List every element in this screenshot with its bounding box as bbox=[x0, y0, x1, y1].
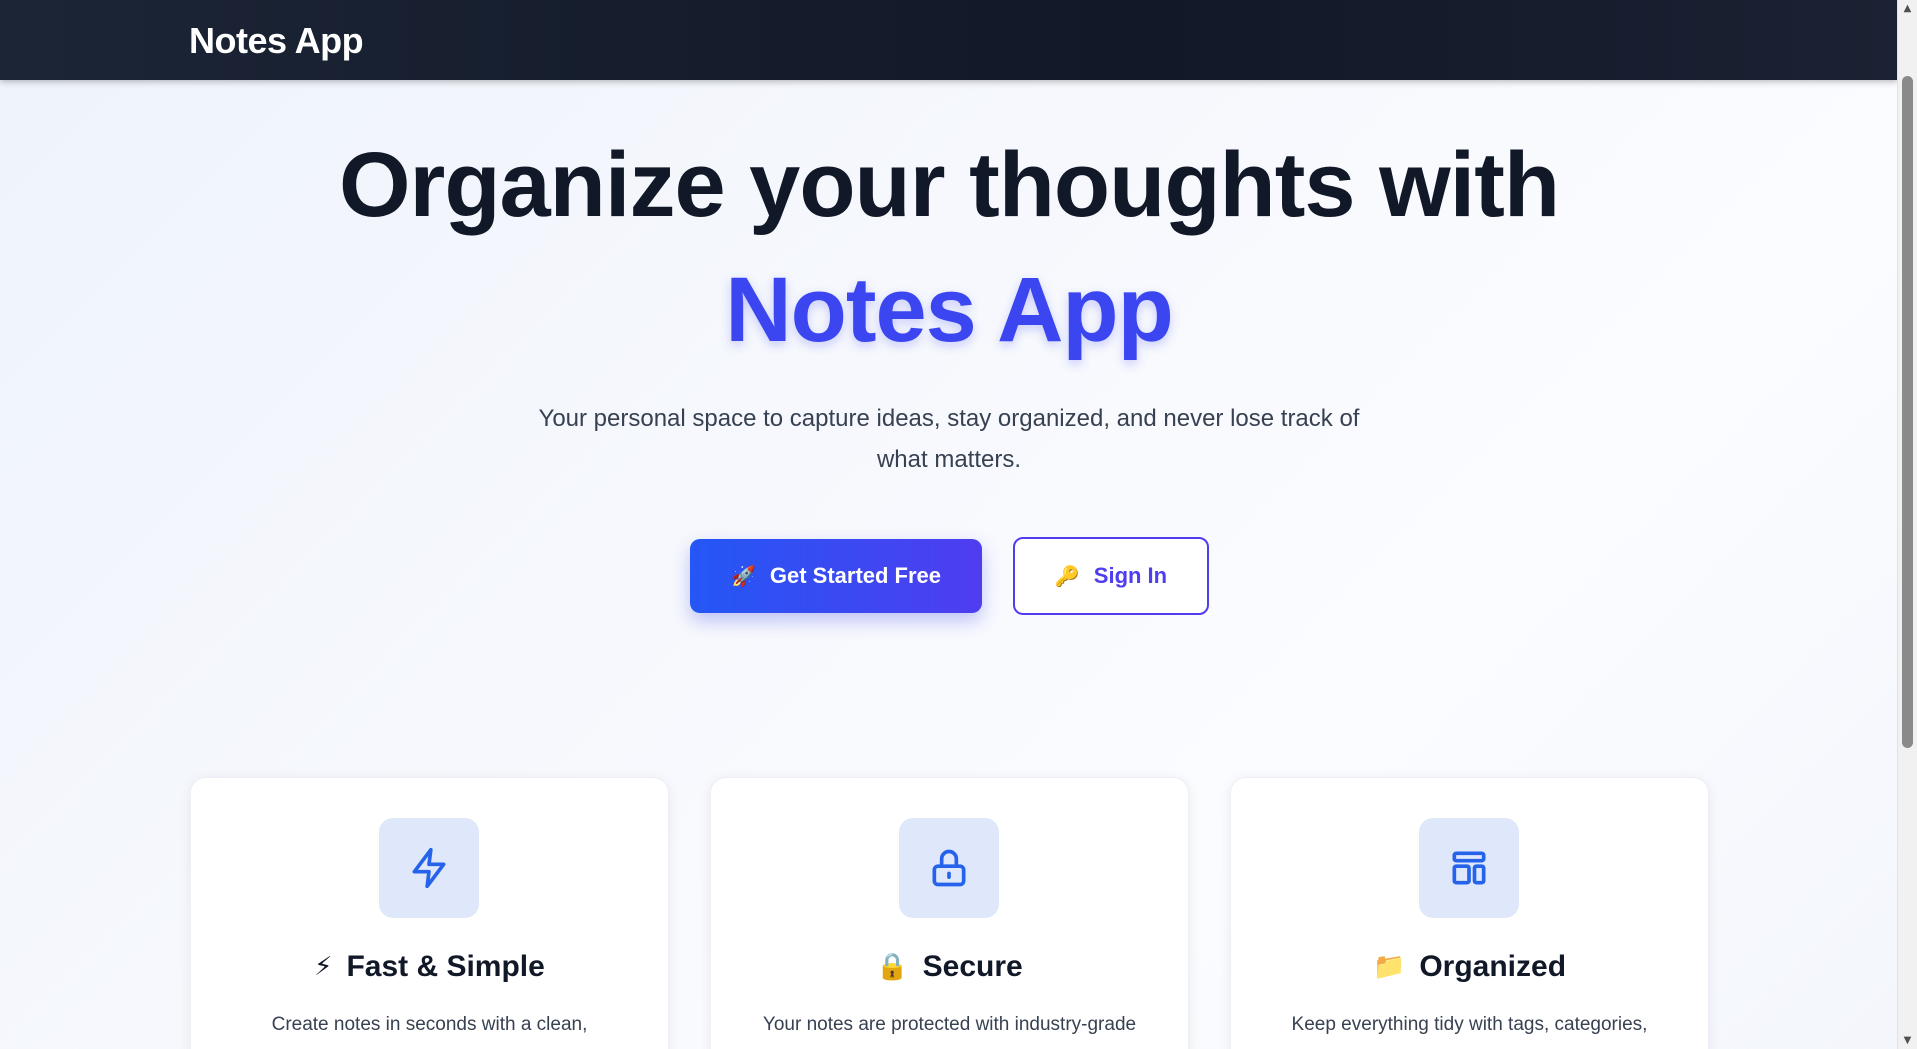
feature-card-secure: 🔒 Secure Your notes are protected with i… bbox=[710, 777, 1189, 1049]
lock-icon bbox=[899, 818, 999, 918]
lightning-icon bbox=[379, 818, 479, 918]
get-started-button[interactable]: 🚀 Get Started Free bbox=[690, 539, 982, 613]
hero-headline: Organize your thoughts with bbox=[338, 134, 1560, 236]
feature-description: Your notes are protected with industry-g… bbox=[762, 1014, 1137, 1035]
layout-icon bbox=[1419, 818, 1519, 918]
brand-logo[interactable]: Notes App bbox=[189, 20, 364, 62]
sign-in-label: Sign In bbox=[1093, 563, 1168, 588]
key-icon: 🔑 bbox=[1054, 564, 1080, 588]
hero-subtitle: Your personal space to capture ideas, st… bbox=[538, 405, 1360, 473]
top-navbar: Notes App bbox=[0, 0, 1898, 80]
feature-card-organized: 📁 Organized Keep everything tidy with ta… bbox=[1230, 777, 1709, 1049]
rocket-icon: 🚀 bbox=[730, 564, 756, 588]
get-started-label: Get Started Free bbox=[769, 563, 942, 588]
feature-title: 📁 Organized bbox=[1231, 950, 1708, 984]
feature-title-text: Organized bbox=[1419, 950, 1567, 983]
lock-emoji-icon: 🔒 bbox=[876, 952, 909, 982]
sign-in-button[interactable]: 🔑 Sign In bbox=[1013, 537, 1209, 615]
feature-title-text: Secure bbox=[922, 950, 1023, 983]
scroll-up-arrow-icon[interactable]: ▲ bbox=[1898, 0, 1917, 17]
vertical-scrollbar[interactable]: ▲ ▼ bbox=[1897, 0, 1917, 1049]
hero-headline-accent: Notes App bbox=[725, 259, 1174, 361]
scroll-down-arrow-icon[interactable]: ▼ bbox=[1898, 1032, 1917, 1049]
scroll-thumb[interactable] bbox=[1902, 76, 1913, 748]
feature-description: Keep everything tidy with tags, categori… bbox=[1291, 1014, 1648, 1035]
feature-title-text: Fast & Simple bbox=[346, 950, 545, 983]
feature-card-fast: ⚡ Fast & Simple Create notes in seconds … bbox=[190, 777, 669, 1049]
feature-title: 🔒 Secure bbox=[711, 950, 1188, 984]
feature-description: Create notes in seconds with a clean, bbox=[271, 1014, 588, 1035]
folder-emoji-icon: 📁 bbox=[1372, 952, 1406, 982]
lightning-emoji-icon: ⚡ bbox=[314, 952, 333, 982]
feature-title: ⚡ Fast & Simple bbox=[191, 950, 668, 984]
